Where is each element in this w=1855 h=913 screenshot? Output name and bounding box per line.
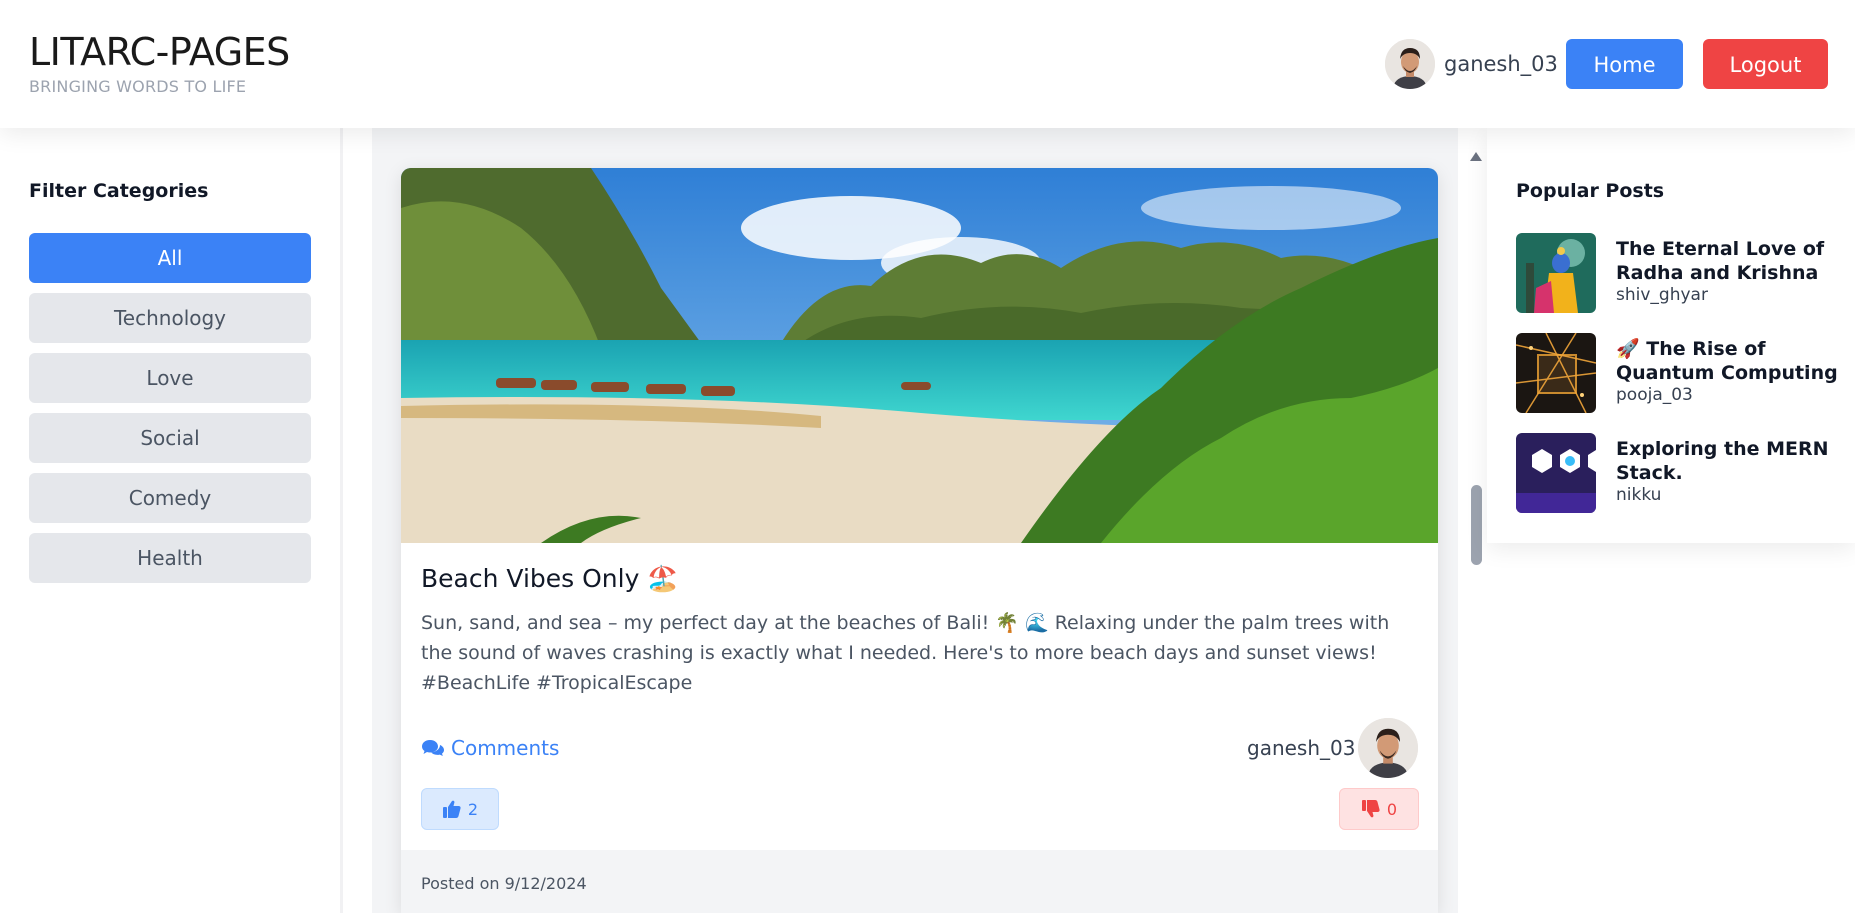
- post-author-name[interactable]: ganesh_03: [1247, 736, 1355, 760]
- filter-sidebar: Filter Categories All Technology Love So…: [0, 128, 343, 913]
- post-card: Beach Vibes Only 🏖️ Sun, sand, and sea –…: [401, 168, 1438, 913]
- category-comedy[interactable]: Comedy: [29, 473, 311, 523]
- top-header: LITARC-PAGES BRINGING WORDS TO LIFE gane…: [0, 0, 1855, 128]
- category-technology[interactable]: Technology: [29, 293, 311, 343]
- popular-posts-panel: Popular Posts The Eternal Love of Radha …: [1487, 128, 1855, 543]
- logout-button[interactable]: Logout: [1703, 39, 1828, 89]
- category-social[interactable]: Social: [29, 413, 311, 463]
- thumbs-down-icon: [1361, 800, 1380, 818]
- like-count: 2: [467, 799, 479, 819]
- popular-post-title[interactable]: Exploring the MERN Stack.: [1616, 437, 1846, 485]
- posted-on-date: Posted on 9/12/2024: [421, 874, 587, 893]
- brand-title[interactable]: LITARC-PAGES: [29, 30, 290, 74]
- comments-link[interactable]: Comments: [421, 736, 559, 760]
- popular-post-thumbnail: [1516, 433, 1596, 513]
- user-avatar-icon: [1385, 39, 1435, 89]
- popular-post-title[interactable]: The Eternal Love of Radha and Krishna: [1616, 237, 1846, 285]
- post-author-avatar[interactable]: [1358, 718, 1418, 778]
- mern-stack-image: [1516, 433, 1596, 513]
- header-username[interactable]: ganesh_03: [1444, 52, 1558, 76]
- dislike-button[interactable]: 0: [1339, 788, 1419, 830]
- filter-categories-title: Filter Categories: [29, 180, 209, 202]
- feed-scrollbar-thumb[interactable]: [1471, 485, 1482, 565]
- popular-post-thumbnail: [1516, 233, 1596, 313]
- popular-post-item[interactable]: 🚀 The Rise of Quantum Computing pooja_03: [1516, 333, 1855, 413]
- scroll-up-arrow-icon[interactable]: [1470, 152, 1482, 161]
- post-title: Beach Vibes Only 🏖️: [421, 564, 679, 593]
- category-all[interactable]: All: [29, 233, 311, 283]
- popular-post-author: pooja_03: [1616, 385, 1693, 405]
- popular-post-title[interactable]: 🚀 The Rise of Quantum Computing: [1616, 337, 1846, 385]
- brand-tagline: BRINGING WORDS TO LIFE: [29, 77, 247, 96]
- comments-icon: [422, 740, 444, 756]
- popular-posts-title: Popular Posts: [1516, 180, 1665, 202]
- comments-label: Comments: [451, 736, 560, 760]
- popular-post-item[interactable]: Exploring the MERN Stack. nikku: [1516, 433, 1855, 513]
- popular-post-item[interactable]: The Eternal Love of Radha and Krishna sh…: [1516, 233, 1855, 313]
- thumbs-up-icon: [442, 800, 461, 818]
- category-love[interactable]: Love: [29, 353, 311, 403]
- popular-post-thumbnail: [1516, 333, 1596, 413]
- beach-lagoon-image: [401, 168, 1438, 543]
- radha-krishna-image: [1516, 233, 1596, 313]
- like-button[interactable]: 2: [421, 788, 499, 830]
- category-health[interactable]: Health: [29, 533, 311, 583]
- quantum-computing-image: [1516, 333, 1596, 413]
- dislike-count: 0: [1386, 799, 1398, 819]
- post-footer: Posted on 9/12/2024: [401, 850, 1438, 913]
- author-avatar-icon: [1358, 718, 1418, 778]
- popular-post-author: nikku: [1616, 485, 1662, 505]
- post-body: Sun, sand, and sea – my perfect day at t…: [421, 612, 1390, 694]
- popular-post-author: shiv_ghyar: [1616, 285, 1708, 305]
- user-avatar[interactable]: [1385, 39, 1435, 89]
- home-button[interactable]: Home: [1566, 39, 1683, 89]
